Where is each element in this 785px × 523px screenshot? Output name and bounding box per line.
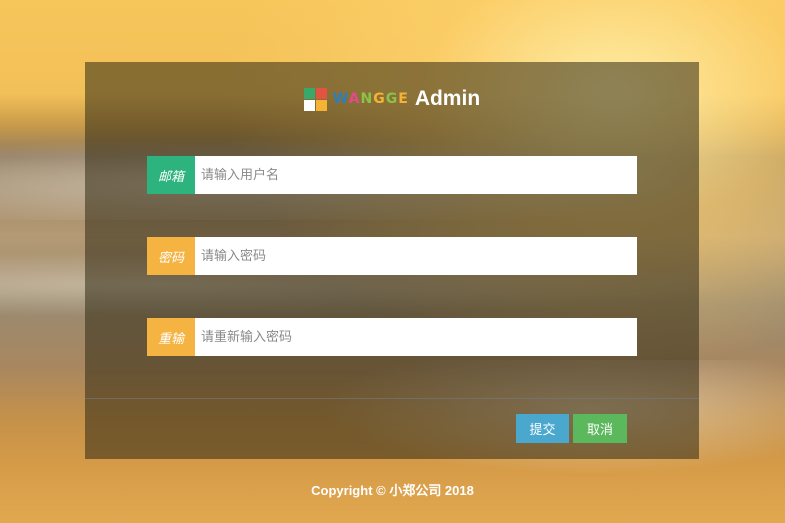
confirm-password-tag: 重输 bbox=[147, 318, 195, 356]
brand-letter: W bbox=[332, 91, 349, 107]
password-field-row: 密码 bbox=[147, 237, 637, 275]
brand-logo: WANGGE Admin bbox=[85, 84, 699, 114]
brand-letter: N bbox=[360, 91, 374, 107]
submit-button[interactable]: 提交 bbox=[516, 414, 569, 443]
password-tag: 密码 bbox=[147, 237, 195, 275]
brand-letter: E bbox=[398, 91, 409, 107]
cancel-button[interactable]: 取消 bbox=[573, 414, 627, 443]
copyright-footer: Copyright © 小郑公司 2018 bbox=[311, 483, 474, 498]
brand-letter: G bbox=[373, 91, 386, 107]
register-panel: WANGGE Admin 邮箱 密码 重输 提交 取消 bbox=[85, 62, 699, 459]
brand-word: WANGGE bbox=[333, 91, 409, 107]
brand-letter: G bbox=[385, 91, 399, 107]
brand-letter: A bbox=[348, 91, 361, 107]
email-tag: 邮箱 bbox=[147, 156, 195, 194]
logo-grid-icon bbox=[303, 87, 327, 111]
confirm-password-input[interactable] bbox=[195, 318, 637, 356]
divider bbox=[85, 398, 699, 399]
email-field-row: 邮箱 bbox=[147, 156, 637, 194]
confirm-password-field-row: 重输 bbox=[147, 318, 637, 356]
password-input[interactable] bbox=[195, 237, 637, 275]
brand-admin: Admin bbox=[414, 87, 481, 110]
email-input[interactable] bbox=[195, 156, 637, 194]
